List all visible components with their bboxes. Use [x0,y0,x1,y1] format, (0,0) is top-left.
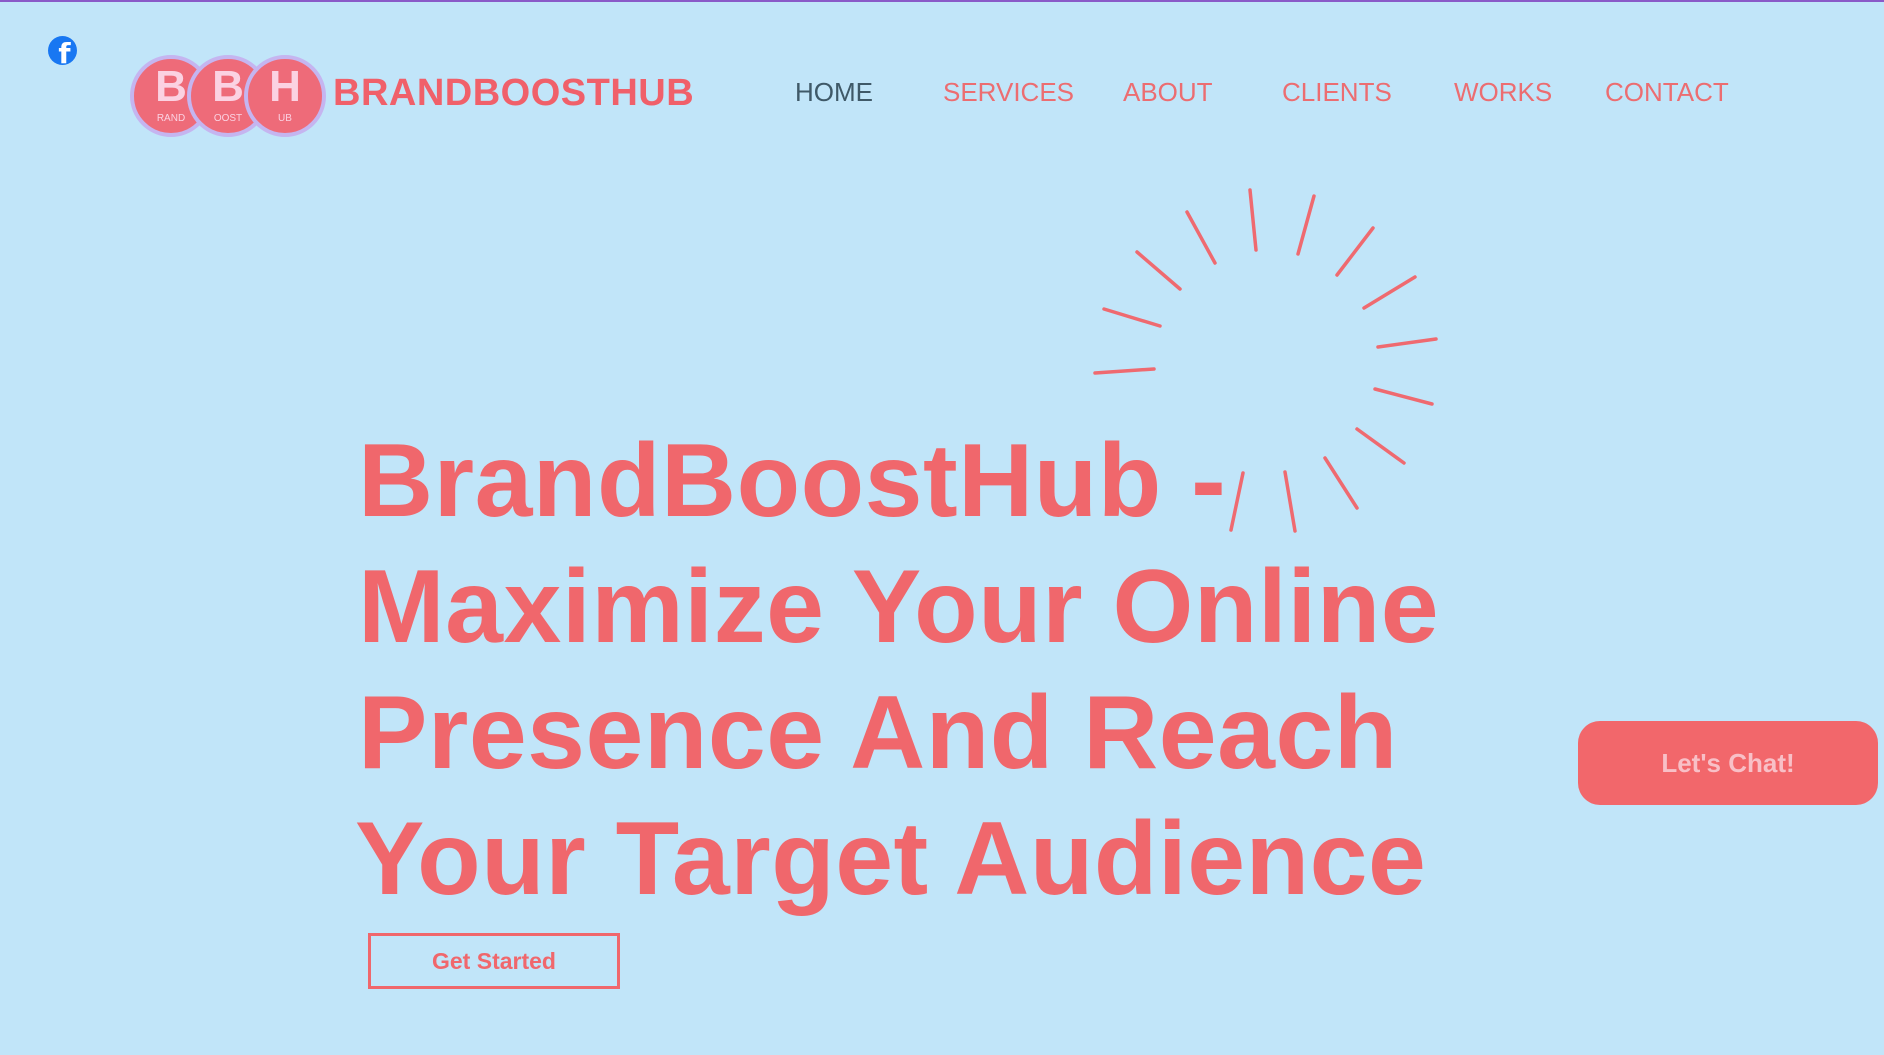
hero-line: BrandBoostHub - [358,423,1227,539]
hero-line: Presence And Reach [358,675,1398,791]
hero-line: Your Target Audience [355,801,1427,917]
hero-heading: BrandBoostHub - Maximize Your Online Pre… [355,418,1538,922]
get-started-button[interactable]: Get Started [368,933,620,989]
hero-line: Maximize Your Online [358,549,1440,665]
lets-chat-button[interactable]: Let's Chat! [1578,721,1878,805]
